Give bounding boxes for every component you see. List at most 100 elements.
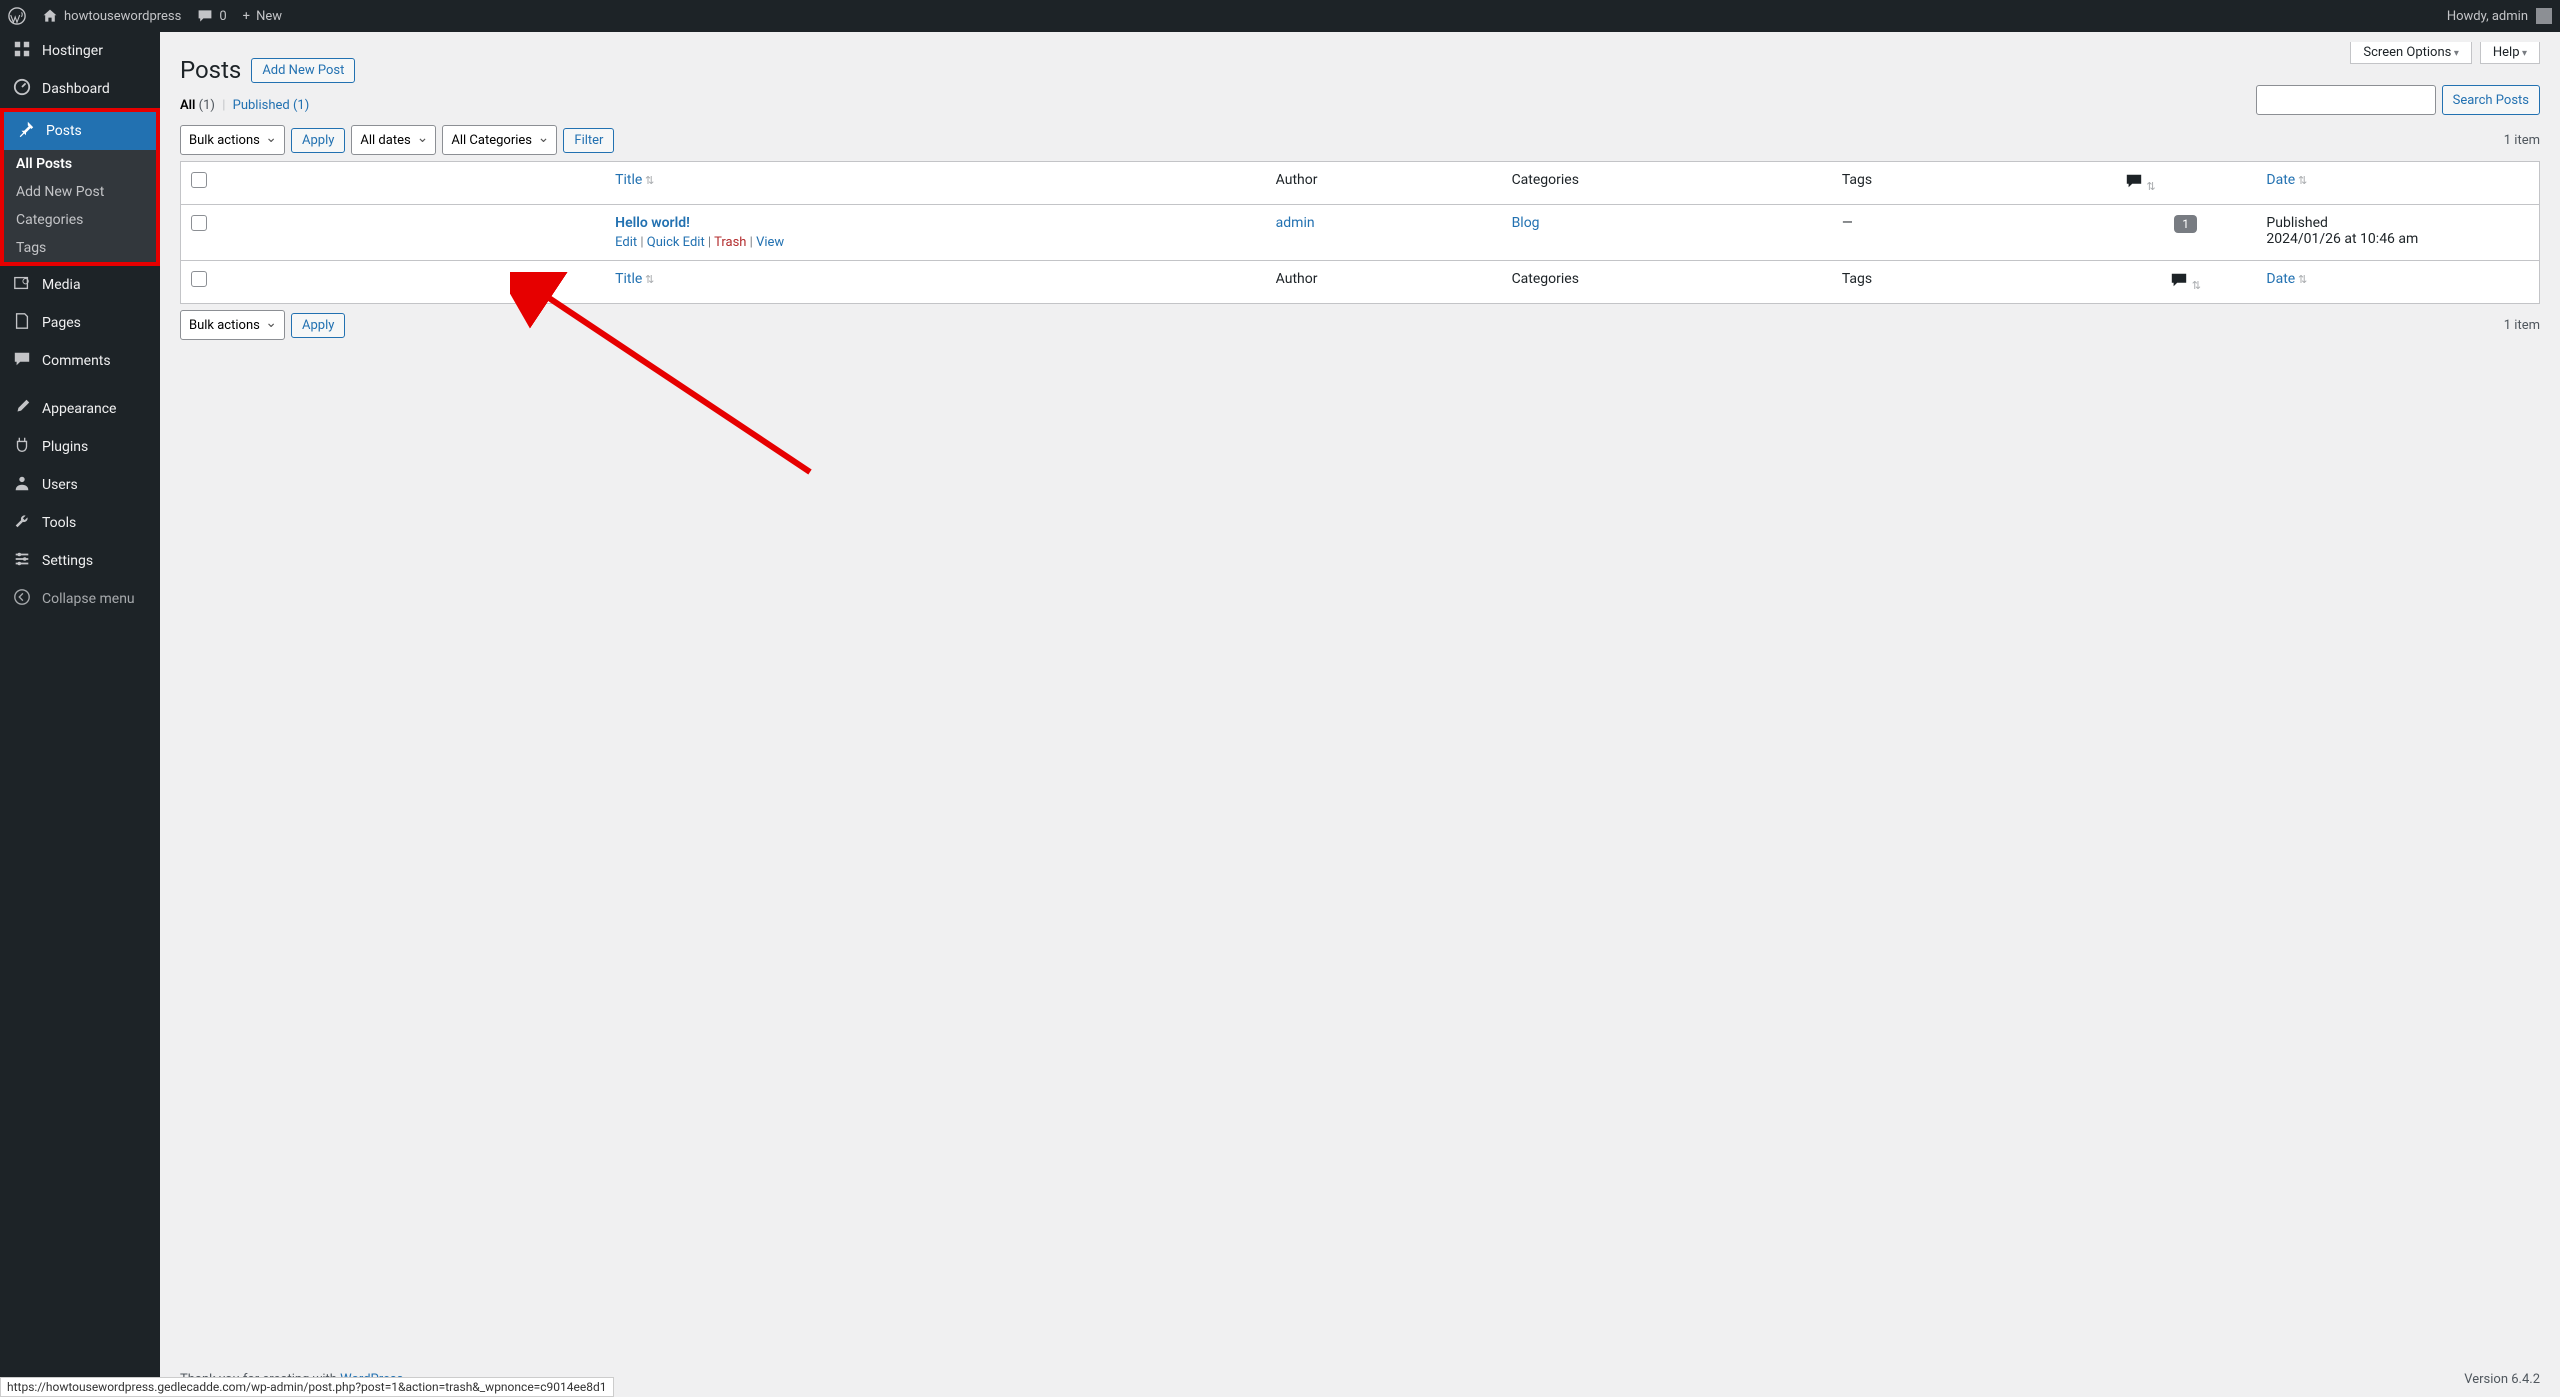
col-title-foot[interactable]: Title — [615, 271, 654, 287]
site-name-link[interactable]: howtousewordpress — [42, 8, 181, 24]
menu-label: Collapse menu — [42, 591, 135, 607]
comment-column-icon — [2125, 172, 2143, 190]
annotation-arrow — [510, 272, 840, 492]
new-link[interactable]: + New — [243, 9, 282, 24]
annotation-highlight: Posts All Posts Add New Post Categories … — [0, 108, 160, 266]
view-all[interactable]: All (1) — [180, 98, 215, 113]
bulk-actions-select-bottom[interactable]: Bulk actions — [180, 310, 285, 340]
menu-pages[interactable]: Pages — [0, 304, 160, 342]
filter-button[interactable]: Filter — [563, 128, 614, 153]
item-count-bottom: 1 item — [2504, 318, 2540, 333]
menu-settings[interactable]: Settings — [0, 542, 160, 580]
comments-link[interactable]: 0 — [197, 8, 226, 24]
hostinger-icon — [12, 40, 32, 62]
page-icon — [12, 312, 32, 334]
version-text: Version 6.4.2 — [2464, 1372, 2540, 1387]
user-menu[interactable]: Howdy, admin — [2447, 8, 2552, 24]
search-input[interactable] — [2256, 85, 2436, 115]
menu-label: Comments — [42, 353, 111, 369]
menu-appearance[interactable]: Appearance — [0, 390, 160, 428]
menu-plugins[interactable]: Plugins — [0, 428, 160, 466]
col-title[interactable]: Title — [615, 172, 654, 188]
col-author-foot: Author — [1266, 261, 1502, 304]
action-view[interactable]: View — [756, 235, 784, 250]
menu-label: Tools — [42, 515, 76, 531]
post-tags: — — [1832, 205, 2115, 261]
col-date-foot[interactable]: Date — [2266, 271, 2307, 287]
date-filter-select[interactable]: All dates — [351, 125, 436, 155]
sliders-icon — [12, 550, 32, 572]
submenu-all-posts[interactable]: All Posts — [4, 150, 156, 178]
posts-table: Title Author Categories Tags ⇅ Date Hell… — [180, 161, 2540, 304]
help-tab[interactable]: Help — [2480, 42, 2540, 64]
col-comments-foot[interactable]: ⇅ — [2115, 261, 2257, 304]
view-published[interactable]: Published (1) — [233, 98, 310, 113]
user-icon — [12, 474, 32, 496]
menu-label: Appearance — [42, 401, 116, 417]
item-count-top: 1 item — [2504, 133, 2540, 148]
col-comments[interactable]: ⇅ — [2115, 162, 2257, 205]
col-categories: Categories — [1502, 162, 1832, 205]
apply-button-top[interactable]: Apply — [291, 128, 345, 153]
select-all-bottom[interactable] — [191, 271, 207, 287]
menu-hostinger[interactable]: Hostinger — [0, 32, 160, 70]
bulk-actions-select-top[interactable]: Bulk actions — [180, 125, 285, 155]
select-all-top[interactable] — [191, 172, 207, 188]
menu-comments[interactable]: Comments — [0, 342, 160, 380]
admin-toolbar: howtousewordpress 0 + New Howdy, admin — [0, 0, 2560, 32]
pin-icon — [16, 120, 36, 142]
action-quick-edit[interactable]: Quick Edit — [647, 235, 705, 250]
menu-label: Settings — [42, 553, 93, 569]
add-new-post-button[interactable]: Add New Post — [251, 58, 355, 83]
post-date-value: 2024/01/26 at 10:46 am — [2266, 231, 2418, 247]
col-tags: Tags — [1832, 162, 2115, 205]
avatar — [2536, 8, 2552, 24]
menu-posts[interactable]: Posts — [4, 112, 156, 150]
wp-logo[interactable] — [8, 7, 26, 25]
media-icon — [12, 274, 32, 296]
menu-label: Media — [42, 277, 81, 293]
menu-media[interactable]: Media — [0, 266, 160, 304]
greeting: Howdy, admin — [2447, 9, 2528, 24]
comments-icon — [12, 350, 32, 372]
action-trash[interactable]: Trash — [714, 235, 746, 250]
menu-label: Dashboard — [42, 81, 110, 97]
action-edit[interactable]: Edit — [615, 235, 637, 250]
main-content: Screen Options Help Posts Add New Post A… — [160, 32, 2560, 1397]
status-bar-url: https://howtousewordpress.gedlecadde.com… — [0, 1377, 614, 1397]
wrench-icon — [12, 512, 32, 534]
post-date-status: Published — [2266, 215, 2327, 231]
table-row: Hello world! Edit | Quick Edit | Trash |… — [181, 205, 2540, 261]
menu-users[interactable]: Users — [0, 466, 160, 504]
plug-icon — [12, 436, 32, 458]
menu-label: Users — [42, 477, 78, 493]
col-author: Author — [1266, 162, 1502, 205]
row-checkbox[interactable] — [191, 215, 207, 231]
submenu-add-new[interactable]: Add New Post — [4, 178, 156, 206]
post-author-link[interactable]: admin — [1276, 215, 1315, 231]
menu-tools[interactable]: Tools — [0, 504, 160, 542]
menu-label: Plugins — [42, 439, 88, 455]
menu-dashboard[interactable]: Dashboard — [0, 70, 160, 108]
posts-submenu: All Posts Add New Post Categories Tags — [4, 150, 156, 262]
wordpress-icon — [8, 7, 26, 25]
post-category-link[interactable]: Blog — [1512, 215, 1540, 231]
submenu-tags[interactable]: Tags — [4, 234, 156, 262]
post-title-link[interactable]: Hello world! — [615, 215, 690, 231]
row-actions: Edit | Quick Edit | Trash | View — [615, 235, 1256, 250]
col-date[interactable]: Date — [2266, 172, 2307, 188]
collapse-menu[interactable]: Collapse menu — [0, 580, 160, 618]
category-filter-select[interactable]: All Categories — [442, 125, 557, 155]
collapse-icon — [12, 588, 32, 610]
comment-count-bubble[interactable]: 1 — [2174, 215, 2197, 233]
screen-options-tab[interactable]: Screen Options — [2350, 42, 2471, 64]
brush-icon — [12, 398, 32, 420]
submenu-categories[interactable]: Categories — [4, 206, 156, 234]
apply-button-bottom[interactable]: Apply — [291, 313, 345, 338]
search-posts-button[interactable]: Search Posts — [2442, 85, 2540, 115]
menu-label: Posts — [46, 123, 82, 139]
admin-sidebar: Hostinger Dashboard Posts All Posts Add … — [0, 32, 160, 1397]
col-tags-foot: Tags — [1832, 261, 2115, 304]
col-categories-foot: Categories — [1502, 261, 1832, 304]
home-icon — [42, 8, 58, 24]
